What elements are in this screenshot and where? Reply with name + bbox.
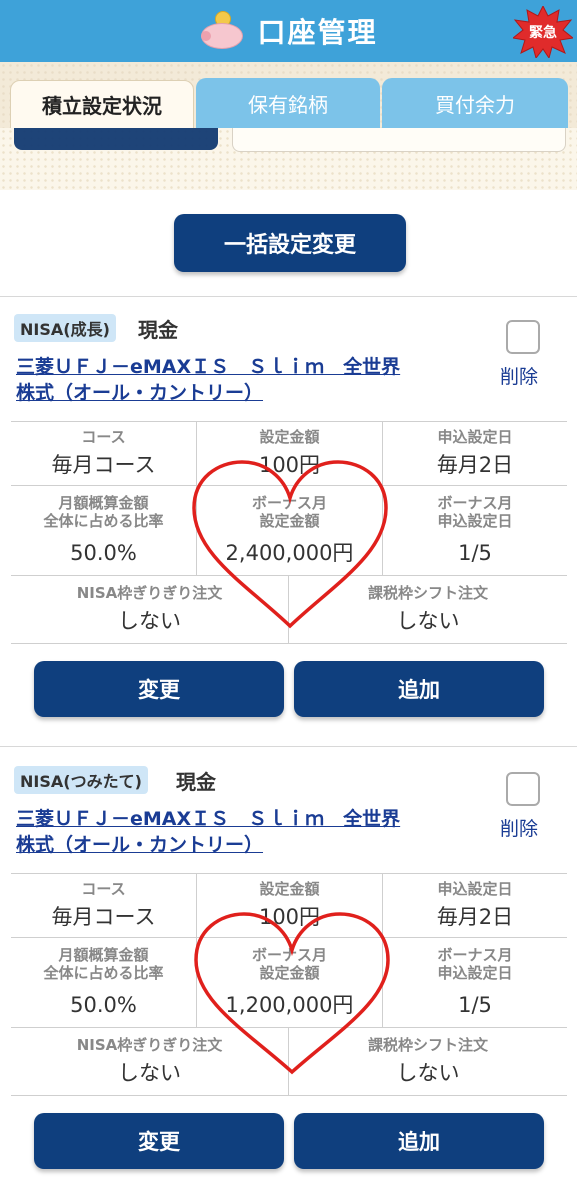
account-type-badge: NISA(つみたて) [14,766,148,794]
piggy-bank-icon [199,11,247,51]
tab-accumulation-settings[interactable]: 積立設定状況 [10,80,194,128]
header-title-bar: 口座管理 [0,0,577,62]
delete-label: 削除 [500,818,539,840]
divider [0,746,577,747]
page-title: 口座管理 [257,16,378,49]
course-cell: コース 毎月コース [11,422,197,486]
fund-card: NISA(つみたて) 現金 三菱ＵＦＪ－eMAXＩＳ Ｓｌｉｍ 全世界 株式（オ… [0,766,577,1186]
tab-buying-power[interactable]: 買付余力 [382,78,568,128]
amount-cell: 設定金額 100円 [197,422,383,486]
bonus-day-cell: ボーナス月 申込設定日 1/5 [383,938,567,1028]
add-button[interactable]: 追加 [294,661,544,717]
scrolled-field-fragment[interactable] [232,128,566,152]
amount-cell: 設定金額 100円 [197,874,383,938]
settings-grid: コース 毎月コース 設定金額 100円 申込設定日 毎月2日 月額概算金額 全体… [11,421,567,644]
tab-holdings[interactable]: 保有銘柄 [196,78,380,128]
delete-label: 削除 [500,366,539,388]
apply-day-cell: 申込設定日 毎月2日 [383,874,567,938]
emergency-button[interactable]: 緊急 [511,4,575,60]
delete-checkbox[interactable] [506,772,540,806]
nisa-limit-order-cell: NISA枠ぎりぎり注文 しない [11,576,289,644]
apply-day-cell: 申込設定日 毎月2日 [383,422,567,486]
settings-grid: コース 毎月コース 設定金額 100円 申込設定日 毎月2日 月額概算金額 全体… [11,873,567,1096]
nisa-limit-order-cell: NISA枠ぎりぎり注文 しない [11,1028,289,1096]
payment-type: 現金 [138,317,178,342]
payment-type: 現金 [176,769,216,794]
scrolled-button-fragment[interactable] [14,128,218,150]
ratio-cell: 月額概算金額 全体に占める比率 50.0% [11,938,197,1028]
ratio-cell: 月額概算金額 全体に占める比率 50.0% [11,486,197,576]
tax-shift-order-cell: 課税枠シフト注文 しない [289,1028,567,1096]
fund-name-link[interactable]: 三菱ＵＦＪ－eMAXＩＳ Ｓｌｉｍ 全世界 株式（オール・カントリー） [16,806,486,858]
tax-shift-order-cell: 課税枠シフト注文 しない [289,576,567,644]
change-button[interactable]: 変更 [34,661,284,717]
emergency-label: 緊急 [529,25,557,41]
bulk-change-button[interactable]: 一括設定変更 [174,214,406,272]
delete-checkbox[interactable] [506,320,540,354]
bonus-amount-cell: ボーナス月 設定金額 2,400,000円 [197,486,383,576]
account-type-badge: NISA(成長) [14,314,116,342]
add-button[interactable]: 追加 [294,1113,544,1169]
bonus-amount-cell: ボーナス月 設定金額 1,200,000円 [197,938,383,1028]
fund-name-link[interactable]: 三菱ＵＦＪ－eMAXＩＳ Ｓｌｉｍ 全世界 株式（オール・カントリー） [16,354,486,406]
course-cell: コース 毎月コース [11,874,197,938]
bonus-day-cell: ボーナス月 申込設定日 1/5 [383,486,567,576]
fund-card: NISA(成長) 現金 三菱ＵＦＪ－eMAXＩＳ Ｓｌｉｍ 全世界 株式（オール… [0,314,577,724]
change-button[interactable]: 変更 [34,1113,284,1169]
divider [0,296,577,297]
